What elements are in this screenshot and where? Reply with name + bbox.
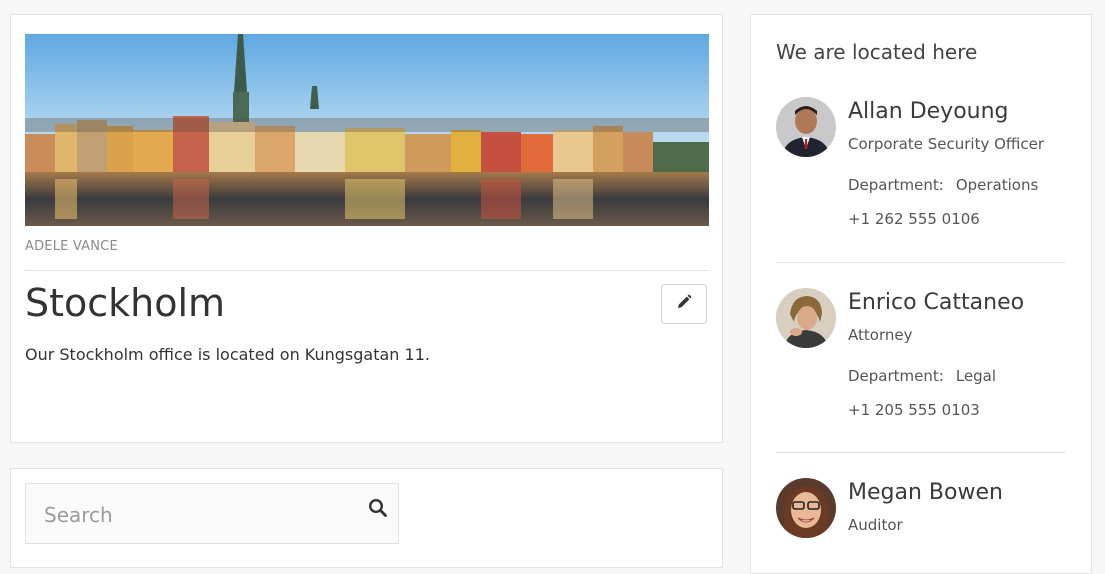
- avatar[interactable]: [776, 288, 836, 348]
- location-heading: We are located here: [776, 40, 978, 64]
- edit-button[interactable]: [661, 284, 707, 324]
- person-name[interactable]: Allan Deyoung: [848, 99, 1009, 124]
- department-label: Department:: [848, 367, 944, 385]
- search-input[interactable]: [26, 484, 366, 545]
- location-card: We are located here Allan Deyoung Corpor…: [750, 14, 1092, 574]
- search-box: [25, 483, 399, 545]
- page-title: Stockholm: [25, 281, 226, 325]
- divider: [776, 452, 1066, 453]
- department-value: Legal: [955, 367, 997, 385]
- person-department: Department: Operations: [848, 176, 1038, 194]
- person-title: Attorney: [848, 326, 913, 344]
- person-title: Auditor: [848, 516, 903, 534]
- department-label: Department:: [848, 176, 944, 194]
- search-card: [10, 468, 723, 568]
- hero-image: [25, 34, 709, 226]
- article-description: Our Stockholm office is located on Kungs…: [25, 345, 430, 364]
- person-name[interactable]: Enrico Cattaneo: [848, 290, 1024, 315]
- person-title: Corporate Security Officer: [848, 135, 1045, 153]
- divider: [776, 262, 1066, 263]
- author-name: ADELE VANCE: [25, 239, 118, 254]
- person-phone: +1 205 555 0103: [848, 401, 980, 419]
- person-name[interactable]: Megan Bowen: [848, 480, 1003, 505]
- avatar[interactable]: [776, 478, 836, 538]
- person-department: Department: Legal: [848, 367, 996, 385]
- search-icon[interactable]: [368, 498, 388, 522]
- article-card: ADELE VANCE Stockholm Our Stockholm offi…: [10, 14, 723, 443]
- avatar[interactable]: [776, 97, 836, 157]
- divider: [25, 270, 709, 271]
- department-value: Operations: [955, 176, 1039, 194]
- person-phone: +1 262 555 0106: [848, 210, 980, 228]
- pencil-icon: [676, 294, 692, 314]
